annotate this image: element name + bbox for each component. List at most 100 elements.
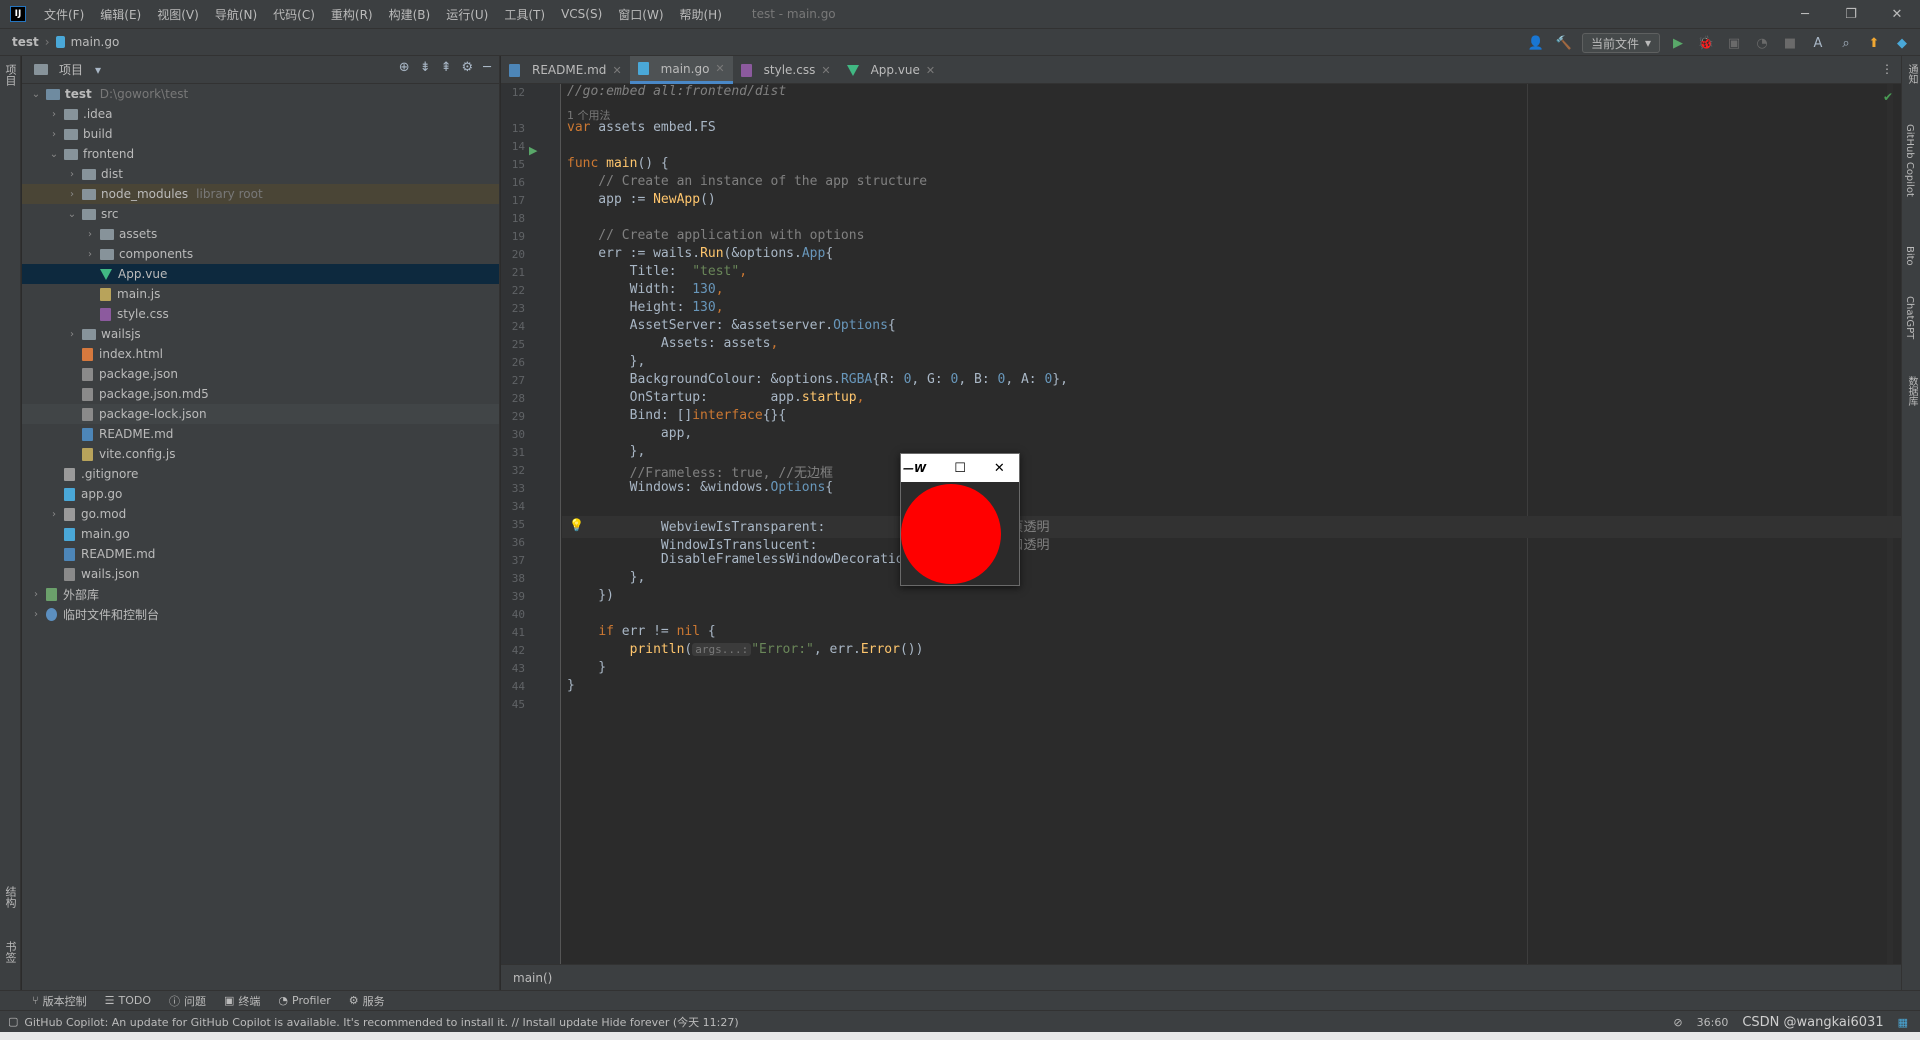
- menu-tools[interactable]: 工具(T): [496, 6, 553, 23]
- chevron-right-icon[interactable]: ›: [30, 609, 42, 620]
- chevron-right-icon[interactable]: ›: [30, 589, 42, 600]
- menu-window[interactable]: 窗口(W): [610, 6, 671, 23]
- status-message[interactable]: GitHub Copilot: An update for GitHub Cop…: [24, 1014, 738, 1030]
- menu-navigate[interactable]: 导航(N): [207, 6, 265, 23]
- breadcrumb-file[interactable]: main.go: [71, 35, 120, 49]
- search-icon[interactable]: ⌕: [1836, 33, 1856, 53]
- tree-item[interactable]: package-lock.json: [22, 404, 499, 424]
- tab-main-go[interactable]: main.go ✕: [629, 56, 733, 84]
- structure-tool-tab[interactable]: 结构: [2, 886, 18, 908]
- more-tabs-icon[interactable]: ⋮: [1881, 62, 1893, 76]
- coverage-icon[interactable]: ▣: [1724, 33, 1744, 53]
- tab-app-vue[interactable]: App.vue ✕: [839, 56, 944, 84]
- tab-problems[interactable]: ⓘ 问题: [169, 993, 206, 1009]
- run-config-select[interactable]: 当前文件 ▾: [1581, 33, 1660, 53]
- app-maximize-button[interactable]: ☐: [940, 461, 979, 476]
- chevron-right-icon[interactable]: ›: [84, 229, 96, 240]
- project-title[interactable]: 项目: [59, 61, 83, 78]
- tree-item[interactable]: package.json: [22, 364, 499, 384]
- breadcrumb-project[interactable]: test: [12, 35, 39, 49]
- menu-refactor[interactable]: 重构(R): [323, 6, 381, 23]
- github-copilot-tool-tab[interactable]: GitHub Copilot: [1904, 124, 1915, 197]
- tree-item[interactable]: › node_modules library root: [22, 184, 499, 204]
- chevron-down-icon[interactable]: ⌄: [30, 89, 42, 100]
- chevron-right-icon[interactable]: ›: [48, 109, 60, 120]
- tab-version-control[interactable]: ⑂ 版本控制: [32, 993, 87, 1009]
- close-tab-icon[interactable]: ✕: [926, 64, 935, 77]
- tree-item[interactable]: › build: [22, 124, 499, 144]
- chevron-down-icon[interactable]: ⌄: [48, 149, 60, 160]
- tree-item[interactable]: › dist: [22, 164, 499, 184]
- tree-item[interactable]: README.md: [22, 544, 499, 564]
- chevron-right-icon[interactable]: ›: [84, 249, 96, 260]
- update-icon[interactable]: ⬆: [1864, 33, 1884, 53]
- tree-item[interactable]: package.json.md5: [22, 384, 499, 404]
- database-tool-tab[interactable]: 数据库: [1904, 376, 1919, 406]
- chevron-down-icon[interactable]: ⌄: [66, 209, 78, 220]
- project-tool-tab[interactable]: 项目: [2, 64, 18, 86]
- tree-item[interactable]: App.vue: [22, 264, 499, 284]
- tree-item[interactable]: › go.mod: [22, 504, 499, 524]
- tree-item[interactable]: style.css: [22, 304, 499, 324]
- profile-icon[interactable]: ◔: [1752, 33, 1772, 53]
- tab-readme[interactable]: README.md ✕: [501, 56, 630, 84]
- gear-icon[interactable]: ⚙: [462, 60, 474, 75]
- tree-item[interactable]: › assets: [22, 224, 499, 244]
- tree-item[interactable]: › wailsjs: [22, 324, 499, 344]
- build-hammer-icon[interactable]: 🔨: [1554, 33, 1574, 53]
- chevron-right-icon[interactable]: ›: [48, 509, 60, 520]
- breadcrumb-function[interactable]: main(): [513, 971, 552, 985]
- no-connection-icon[interactable]: ⊘: [1673, 1016, 1682, 1029]
- menu-code[interactable]: 代码(C): [265, 6, 323, 23]
- menu-edit[interactable]: 编辑(E): [92, 6, 149, 23]
- tree-item[interactable]: app.go: [22, 484, 499, 504]
- menu-view[interactable]: 视图(V): [149, 6, 207, 23]
- tree-item[interactable]: vite.config.js: [22, 444, 499, 464]
- run-gutter-icon[interactable]: ▶: [529, 144, 537, 157]
- translate-icon[interactable]: A: [1808, 33, 1828, 53]
- caret-position[interactable]: 36:60: [1697, 1016, 1729, 1029]
- hide-icon[interactable]: ─: [483, 60, 491, 75]
- tab-style-css[interactable]: style.css ✕: [733, 56, 839, 84]
- close-tab-icon[interactable]: ✕: [612, 64, 621, 77]
- collapse-all-icon[interactable]: ⇞: [441, 60, 452, 75]
- tree-item[interactable]: .gitignore: [22, 464, 499, 484]
- close-tab-icon[interactable]: ✕: [715, 62, 724, 75]
- chevron-right-icon[interactable]: ›: [48, 129, 60, 140]
- tree-item[interactable]: README.md: [22, 424, 499, 444]
- tree-item[interactable]: › components: [22, 244, 499, 264]
- app-close-button[interactable]: ✕: [980, 461, 1019, 476]
- chatgpt-tool-tab[interactable]: ChatGPT: [1904, 296, 1915, 339]
- tab-terminal[interactable]: ▣ 终端: [224, 993, 260, 1009]
- code-editor[interactable]: 12 13 14 15 16 17 18 19 20 21 22 23 24 25 26 27 28 29 30 31…: [501, 84, 1901, 964]
- close-tab-icon[interactable]: ✕: [821, 64, 830, 77]
- maximize-button[interactable]: ❐: [1828, 0, 1874, 28]
- chevron-right-icon[interactable]: ›: [66, 329, 78, 340]
- tab-profiler[interactable]: ◔ Profiler: [278, 994, 330, 1007]
- stop-icon[interactable]: ■: [1780, 33, 1800, 53]
- chevron-right-icon[interactable]: ›: [66, 169, 78, 180]
- tab-services[interactable]: ⚙ 服务: [349, 993, 385, 1009]
- tab-todo[interactable]: ☰ TODO: [105, 994, 151, 1007]
- tree-item[interactable]: › 外部库: [22, 584, 499, 604]
- bito-tool-tab[interactable]: Bito: [1904, 246, 1915, 266]
- notifications-tool-tab[interactable]: 通知: [1904, 64, 1919, 84]
- tree-item[interactable]: ⌄ test D:\gowork\test: [22, 84, 499, 104]
- menu-build[interactable]: 构建(B): [381, 6, 439, 23]
- user-icon[interactable]: 👤: [1526, 33, 1546, 53]
- tree-item[interactable]: index.html: [22, 344, 499, 364]
- menu-run[interactable]: 运行(U): [438, 6, 496, 23]
- tree-item[interactable]: main.go: [22, 524, 499, 544]
- run-icon[interactable]: ▶: [1668, 33, 1688, 53]
- chevron-right-icon[interactable]: ›: [66, 189, 78, 200]
- expand-all-icon[interactable]: ⇟: [420, 60, 431, 75]
- menu-file[interactable]: 文件(F): [36, 6, 92, 23]
- chevron-down-icon[interactable]: ▾: [95, 63, 101, 77]
- debug-icon[interactable]: 🐞: [1696, 33, 1716, 53]
- intellij-logo-icon[interactable]: IJ: [10, 6, 26, 22]
- tree-item[interactable]: › .idea: [22, 104, 499, 124]
- minimize-button[interactable]: ─: [1782, 0, 1828, 28]
- tree-item[interactable]: › 临时文件和控制台: [22, 604, 499, 624]
- wails-app-window[interactable]: —W ☐ ✕: [900, 453, 1020, 586]
- menu-vcs[interactable]: VCS(S): [553, 7, 610, 21]
